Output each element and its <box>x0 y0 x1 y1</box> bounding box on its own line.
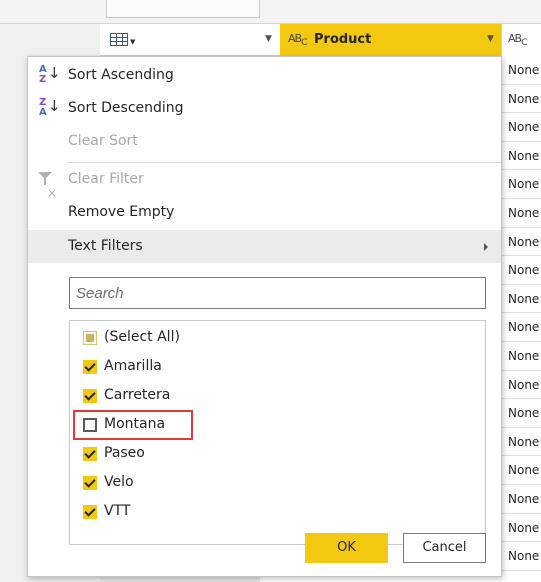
column-name: Product <box>314 32 372 47</box>
column-filter-dropdown-icon[interactable]: ▼ <box>487 34 494 44</box>
table-cell[interactable]: None <box>501 313 541 342</box>
sort-descending-icon: Z A ↓ <box>39 97 61 118</box>
table-menu-header[interactable]: ▼ ▼ <box>100 24 281 56</box>
filter-item-label: Carretera <box>104 387 171 403</box>
checkbox[interactable] <box>83 360 97 374</box>
filter-item-label: VTT <box>104 503 131 519</box>
filter-list-item[interactable]: Amarilla <box>70 352 485 381</box>
dropdown-arrow-icon[interactable]: ▼ <box>265 34 272 44</box>
highlight-annotation <box>73 410 193 440</box>
column-header-row: ▼ ▼ ABC Product ▼ ABC <box>100 24 541 56</box>
filter-item-label: Paseo <box>104 445 145 461</box>
checkbox[interactable] <box>83 505 97 519</box>
table-cell[interactable]: None <box>501 427 541 457</box>
next-column-header[interactable]: ABC <box>502 24 541 56</box>
menu-item-text-filters[interactable]: Text Filters <box>28 230 501 263</box>
filter-list-item[interactable]: (Select All) <box>70 323 485 352</box>
filter-value-list[interactable]: (Select All) Amarilla Carretera Montana Pase… <box>69 320 486 545</box>
filter-list-item[interactable]: Montana <box>70 410 485 440</box>
menu-item-sort-ascending[interactable]: A Z ↓ Sort Ascending <box>28 59 501 92</box>
table-cell[interactable]: None <box>501 84 541 114</box>
filter-item-label: Amarilla <box>104 358 162 374</box>
filter-item-label: (Select All) <box>104 329 180 345</box>
table-cell[interactable]: None <box>501 227 541 257</box>
top-input-box <box>106 0 260 18</box>
column-filter-dropdown: A Z ↓ Sort Ascending Z A ↓ Sort Descending C… <box>27 56 502 577</box>
clear-filter-icon: × <box>38 172 58 200</box>
table-cell[interactable]: None <box>501 542 541 571</box>
table-cell[interactable]: None <box>501 456 541 485</box>
product-column-header[interactable]: ABC Product ▼ <box>280 24 502 56</box>
checkbox[interactable] <box>83 389 97 403</box>
filter-list-item[interactable]: Paseo <box>70 439 485 468</box>
filter-list-item[interactable]: Carretera <box>70 381 485 410</box>
caret-down-icon: ▼ <box>130 38 136 46</box>
ok-button[interactable]: OK <box>305 533 388 563</box>
table-cell[interactable]: None <box>501 399 541 428</box>
table-cell[interactable]: None <box>501 198 541 228</box>
filter-item-label: Velo <box>104 474 134 490</box>
menu-item-sort-descending[interactable]: Z A ↓ Sort Descending <box>28 92 501 125</box>
table-cell[interactable]: None <box>501 513 541 543</box>
table-cell[interactable]: None <box>501 484 541 514</box>
menu-item-label: Text Filters <box>68 238 143 254</box>
table-cell[interactable]: None <box>501 370 541 400</box>
text-type-icon[interactable]: ABC <box>288 32 308 48</box>
table-cell[interactable]: None <box>501 113 541 142</box>
checkbox[interactable] <box>83 331 97 345</box>
search-input[interactable] <box>69 277 486 309</box>
cancel-button[interactable]: Cancel <box>403 533 486 563</box>
table-cell[interactable]: None <box>501 284 541 314</box>
menu-item-label: Sort Descending <box>68 100 184 116</box>
menu-item-clear-sort: Clear Sort <box>28 125 501 158</box>
menu-item-remove-empty[interactable]: Remove Empty <box>28 196 501 229</box>
filter-list-item[interactable]: VTT <box>70 497 485 526</box>
top-strip <box>0 0 541 24</box>
sort-ascending-icon: A Z ↓ <box>39 64 61 85</box>
menu-item-label: Sort Ascending <box>68 67 174 83</box>
checkbox[interactable] <box>83 447 97 461</box>
table-icon[interactable] <box>110 33 128 46</box>
filter-list-item[interactable]: Velo <box>70 468 485 497</box>
text-type-icon[interactable]: ABC <box>508 32 528 48</box>
table-cell[interactable]: None <box>501 341 541 371</box>
menu-item-clear-filter: × Clear Filter <box>28 163 501 200</box>
chevron-right-icon <box>484 243 488 251</box>
table-cell[interactable]: None <box>501 170 541 199</box>
next-column-cells: None None None None None None None None None None… <box>501 56 541 571</box>
table-cell[interactable]: None <box>501 141 541 171</box>
table-cell[interactable]: None <box>501 56 541 85</box>
checkbox[interactable] <box>83 476 97 490</box>
menu-item-label: Remove Empty <box>68 204 175 220</box>
menu-item-label: Clear Filter <box>68 171 144 187</box>
table-cell[interactable]: None <box>501 256 541 285</box>
menu-item-label: Clear Sort <box>68 133 138 149</box>
